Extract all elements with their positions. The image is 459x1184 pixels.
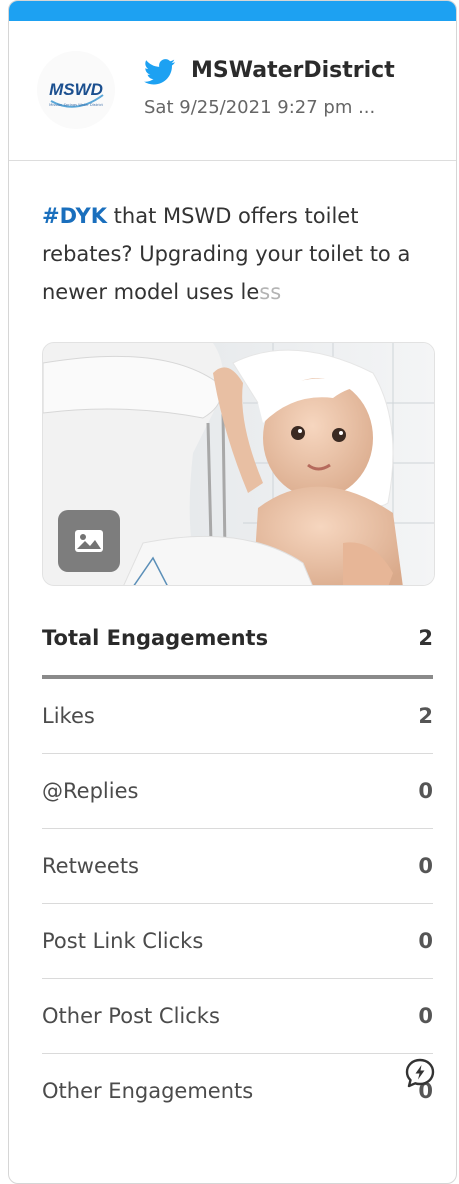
stat-row-total-engagements: Total Engagements 2 — [42, 601, 433, 679]
post-datetime: Sat 9/25/2021 9:27 pm ... — [144, 97, 376, 118]
accent-bar — [9, 1, 456, 21]
svg-text:MSWD: MSWD — [49, 80, 103, 99]
stat-label: Likes — [42, 704, 95, 728]
stat-label: Other Post Clicks — [42, 1004, 220, 1028]
stat-value: 0 — [418, 779, 433, 803]
account-avatar[interactable]: MSWD Mission Springs Water District — [37, 51, 115, 129]
stat-row-other-post-clicks: Other Post Clicks 0 — [42, 979, 433, 1054]
stat-label: @Replies — [42, 779, 139, 803]
post-image[interactable] — [42, 342, 435, 586]
stat-value: 0 — [418, 1004, 433, 1028]
stat-label: Other Engagements — [42, 1079, 254, 1103]
image-icon — [58, 510, 120, 572]
stat-label: Total Engagements — [42, 626, 269, 650]
post-text-faded: ss — [259, 280, 282, 304]
post-card: MSWD Mission Springs Water District MSWa… — [8, 0, 457, 1184]
post-text: #DYK that MSWD offers toilet rebates? Up… — [42, 197, 442, 311]
stat-row-other-engagements: Other Engagements 0 — [42, 1054, 433, 1128]
stat-row-post-link-clicks: Post Link Clicks 0 — [42, 904, 433, 979]
stat-row-replies: @Replies 0 — [42, 754, 433, 829]
lightning-bubble-icon[interactable] — [404, 1057, 436, 1089]
stat-row-likes: Likes 2 — [42, 679, 433, 754]
twitter-bird-icon — [144, 59, 176, 85]
stat-label: Post Link Clicks — [42, 929, 204, 953]
stat-value: 0 — [418, 854, 433, 878]
stat-value: 0 — [418, 929, 433, 953]
svg-text:Mission Springs Water District: Mission Springs Water District — [49, 103, 103, 107]
hashtag-link[interactable]: #DYK — [42, 204, 107, 228]
account-name[interactable]: MSWaterDistrict — [191, 58, 395, 83]
mswd-logo: MSWD Mission Springs Water District — [49, 80, 104, 108]
stat-value: 2 — [418, 704, 433, 728]
stat-value: 2 — [418, 626, 433, 650]
post-header: MSWD Mission Springs Water District MSWa… — [9, 21, 456, 161]
stat-row-retweets: Retweets 0 — [42, 829, 433, 904]
stat-label: Retweets — [42, 854, 139, 878]
engagement-stats: Total Engagements 2 Likes 2 @Replies 0 R… — [42, 601, 433, 1128]
